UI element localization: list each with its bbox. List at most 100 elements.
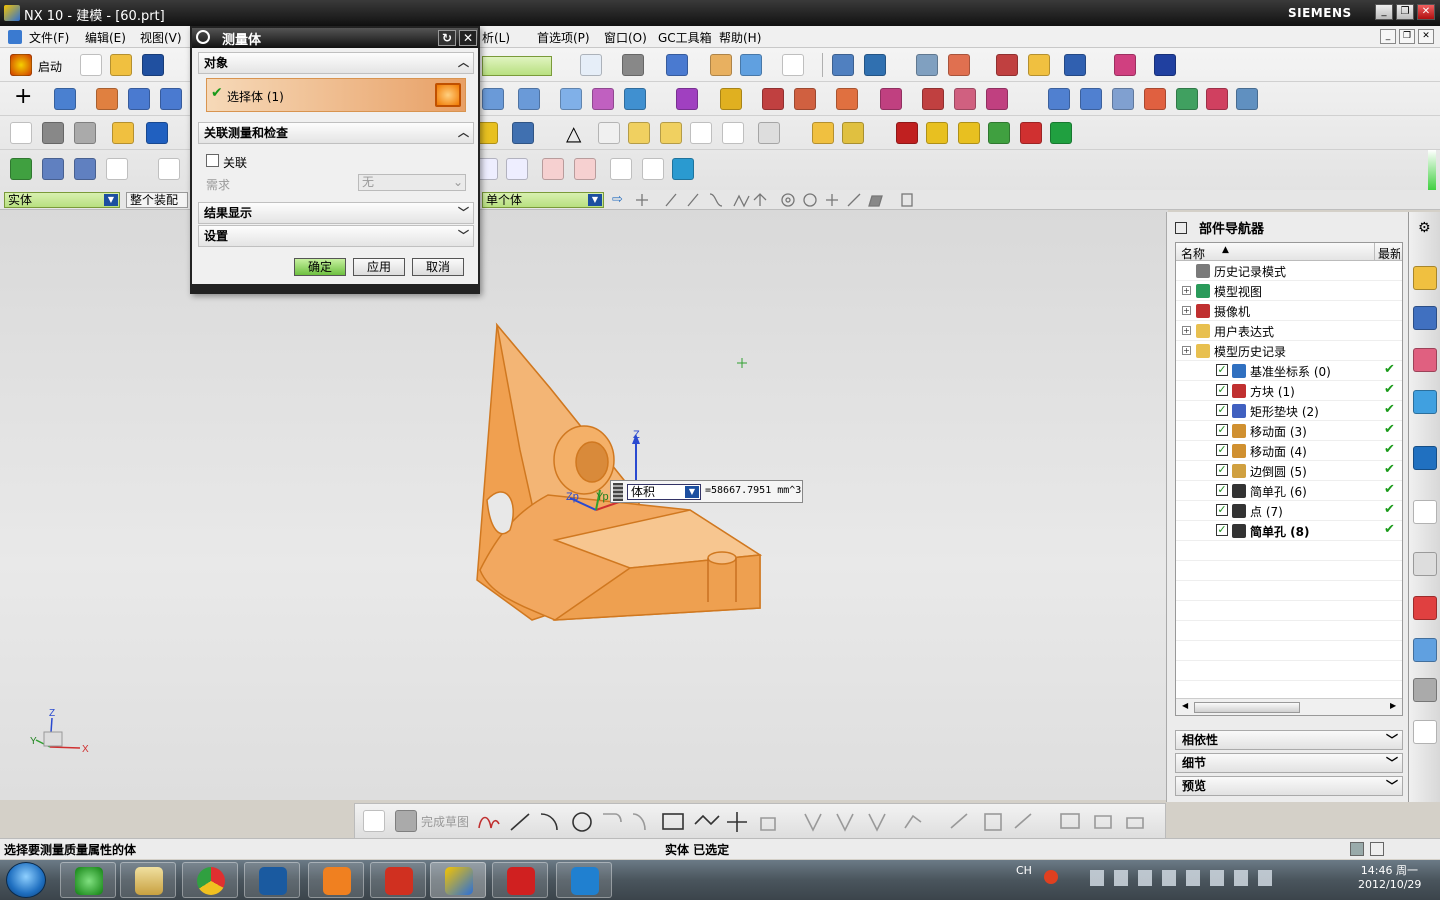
bridge-icon[interactable] bbox=[1206, 88, 1228, 110]
web-browser-tab-icon[interactable] bbox=[1413, 446, 1437, 470]
unite-icon[interactable] bbox=[128, 88, 150, 110]
taskbar-app-g[interactable] bbox=[370, 862, 426, 898]
part-navigator-tab-icon[interactable] bbox=[1413, 266, 1437, 290]
taskbar-app-wps[interactable] bbox=[492, 862, 548, 898]
windows-start-button[interactable] bbox=[6, 862, 46, 898]
solid-cube-icon[interactable] bbox=[896, 122, 918, 144]
tree-row[interactable]: ✓ 方块 (1) ✔ bbox=[1176, 381, 1402, 401]
panel-preview[interactable]: 预览 ﹀ bbox=[1175, 776, 1403, 796]
feature-checkbox[interactable]: ✓ bbox=[1216, 424, 1228, 436]
section-view-icon[interactable] bbox=[158, 158, 180, 180]
feature-checkbox[interactable]: ✓ bbox=[1216, 384, 1228, 396]
tree-row[interactable]: ✓ 移动面 (4) ✔ bbox=[1176, 441, 1402, 461]
taskbar-app-gc[interactable] bbox=[556, 862, 612, 898]
datum-point-icon[interactable]: + bbox=[14, 86, 32, 108]
type-filter-dropdown[interactable]: 实体 ▼ bbox=[4, 192, 120, 208]
measure-distance-icon[interactable] bbox=[1028, 54, 1050, 76]
snap-point-icons[interactable] bbox=[636, 191, 916, 209]
chamfer-icon[interactable] bbox=[720, 88, 742, 110]
apply-button[interactable]: 应用 bbox=[353, 258, 405, 276]
system-materials-tab-icon[interactable] bbox=[1413, 596, 1437, 620]
arrow-red-icon[interactable] bbox=[988, 122, 1010, 144]
requirement-dropdown[interactable]: 无 ⌄ bbox=[358, 174, 466, 191]
tree-row[interactable]: 历史记录模式 bbox=[1176, 261, 1402, 281]
grid-icon[interactable] bbox=[1114, 54, 1136, 76]
thicken-icon[interactable] bbox=[922, 88, 944, 110]
model-canvas[interactable]: Z Zp Yp Z Y X bbox=[0, 210, 1168, 800]
box-icon[interactable] bbox=[518, 88, 540, 110]
view-orient-icon[interactable] bbox=[666, 54, 688, 76]
tree-row[interactable]: ✓ 简单孔 (8) ✔ bbox=[1176, 521, 1402, 541]
section-icon[interactable] bbox=[740, 54, 762, 76]
close-window-button[interactable]: ✕ bbox=[1417, 4, 1435, 20]
sew-icon[interactable] bbox=[986, 88, 1008, 110]
expand-icon[interactable]: + bbox=[1182, 326, 1191, 335]
trim-body-icon[interactable] bbox=[762, 88, 784, 110]
fit-10-icon[interactable] bbox=[506, 158, 528, 180]
scope-dropdown[interactable]: 整个装配 bbox=[126, 192, 188, 208]
drag-handle-icon[interactable] bbox=[613, 483, 623, 501]
system-tray-icons[interactable] bbox=[1090, 870, 1280, 886]
list-icon[interactable] bbox=[74, 158, 96, 180]
feature-checkbox[interactable]: ✓ bbox=[1216, 364, 1228, 376]
section-object[interactable]: 对象 ︿ bbox=[198, 52, 474, 74]
graphics-viewport[interactable]: Z Zp Yp Z Y X bbox=[0, 210, 1168, 800]
pattern-icon[interactable] bbox=[560, 88, 582, 110]
menu-view[interactable]: 视图(V) bbox=[140, 29, 182, 46]
taskbar-app-nx[interactable] bbox=[430, 862, 486, 898]
surface-icon[interactable] bbox=[1048, 88, 1070, 110]
section-result-display[interactable]: 结果显示 ﹀ bbox=[198, 202, 474, 224]
dimension-icon[interactable] bbox=[722, 122, 744, 144]
history-tab-icon[interactable] bbox=[1413, 500, 1437, 524]
reuse-library-tab-icon[interactable] bbox=[1413, 390, 1437, 414]
menu-preferences[interactable]: 首选项(P) bbox=[537, 29, 590, 46]
column-name[interactable]: 名称 bbox=[1181, 245, 1205, 262]
clock-tab-icon[interactable] bbox=[1413, 552, 1437, 576]
menu-edit[interactable]: 编辑(E) bbox=[85, 29, 126, 46]
cancel-button[interactable]: 取消 bbox=[412, 258, 464, 276]
weld-icon[interactable] bbox=[574, 158, 596, 180]
transform-icon[interactable] bbox=[146, 122, 168, 144]
background-icon[interactable] bbox=[710, 54, 732, 76]
tool-icon[interactable] bbox=[512, 122, 534, 144]
roughness-icon[interactable] bbox=[542, 158, 564, 180]
feature-checkbox[interactable]: ✓ bbox=[1216, 504, 1228, 516]
horizontal-scrollbar[interactable]: ◀ ▶ bbox=[1176, 698, 1402, 715]
edge-blend-tool-icon[interactable] bbox=[676, 88, 698, 110]
tree-row[interactable]: ✓ 简单孔 (6) ✔ bbox=[1176, 481, 1402, 501]
tree-row[interactable]: ✓ 移动面 (3) ✔ bbox=[1176, 421, 1402, 441]
doc-close-button[interactable]: ✕ bbox=[1418, 29, 1434, 44]
table-icon[interactable] bbox=[598, 122, 620, 144]
add-component-icon[interactable] bbox=[842, 122, 864, 144]
split-body-icon[interactable] bbox=[794, 88, 816, 110]
panel-dependencies[interactable]: 相依性 ﹀ bbox=[1175, 730, 1403, 750]
doc-minimize-button[interactable]: _ bbox=[1380, 29, 1396, 44]
column-latest[interactable]: 最新 bbox=[1378, 245, 1400, 262]
sphere-icon[interactable] bbox=[624, 88, 646, 110]
sketch-task-icon[interactable] bbox=[363, 810, 385, 832]
menu-help[interactable]: 帮助(H) bbox=[719, 29, 761, 46]
revolve-icon[interactable] bbox=[96, 88, 118, 110]
layer-settings-icon[interactable] bbox=[42, 122, 64, 144]
assembly-navigator-tab-icon[interactable] bbox=[1413, 306, 1437, 330]
minimize-button[interactable]: _ bbox=[1375, 4, 1393, 20]
extrude-icon[interactable] bbox=[54, 88, 76, 110]
scroll-left-icon[interactable]: ◀ bbox=[1182, 701, 1188, 710]
swept-icon[interactable] bbox=[1144, 88, 1166, 110]
taskbar-app-search[interactable] bbox=[308, 862, 364, 898]
new-file-icon[interactable] bbox=[80, 54, 102, 76]
curve-icon[interactable] bbox=[1176, 88, 1198, 110]
fit-view-icon[interactable] bbox=[580, 54, 602, 76]
sketch-tool-icons[interactable] bbox=[475, 810, 1165, 834]
check-geometry-icon[interactable] bbox=[10, 158, 32, 180]
mirror-icon[interactable] bbox=[592, 88, 614, 110]
resource-settings-gear-icon[interactable]: ⚙ bbox=[1418, 220, 1431, 236]
menu-analysis[interactable]: 析(L) bbox=[482, 29, 510, 46]
n-sided-icon[interactable] bbox=[1112, 88, 1134, 110]
tree-row[interactable]: ✓ 点 (7) ✔ bbox=[1176, 501, 1402, 521]
dialog-title-bar[interactable]: 测量体 ↻ ✕ bbox=[192, 28, 478, 48]
step-icon[interactable] bbox=[926, 122, 948, 144]
wcs-orient-icon[interactable] bbox=[106, 158, 128, 180]
layer-category-icon[interactable] bbox=[74, 122, 96, 144]
wcs-icon[interactable] bbox=[948, 54, 970, 76]
